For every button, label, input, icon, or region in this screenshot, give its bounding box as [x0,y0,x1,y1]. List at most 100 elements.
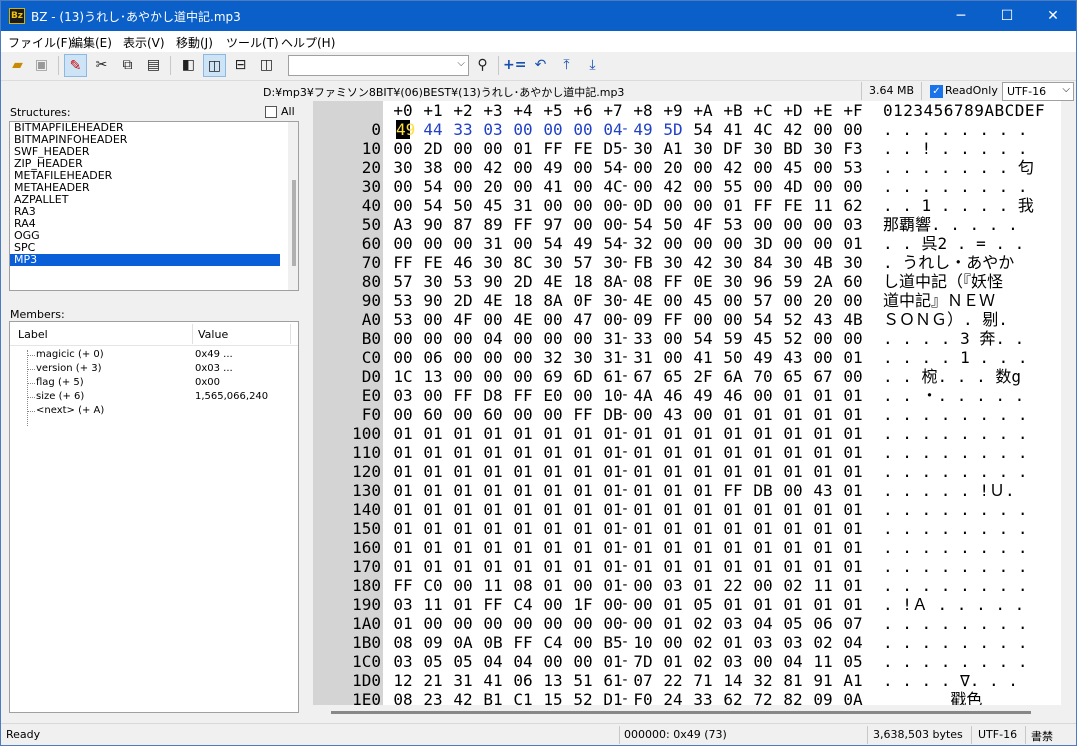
hex-byte[interactable]: 33 [448,120,478,139]
hex-byte[interactable]: 00 [388,348,418,367]
hex-byte[interactable]: 00 [838,367,868,386]
hex-text[interactable]: . . . . 3 奔. . [883,329,1053,348]
hex-byte[interactable]: 00 [538,595,568,614]
hex-byte[interactable]: 45 [478,196,508,215]
hex-byte[interactable]: 50 [448,196,478,215]
hex-byte[interactable]: 08 [508,576,538,595]
hex-byte[interactable]: 01 [748,557,778,576]
hex-text[interactable]: . . . . . . . . [883,405,1053,424]
hex-byte[interactable]: 00 [448,158,478,177]
hex-byte[interactable]: 31 [508,196,538,215]
hex-byte[interactable]: 01 [658,519,688,538]
view-split-v-icon[interactable]: ◫ [255,54,278,77]
hex-byte[interactable]: 30 [718,272,748,291]
hex-byte[interactable]: FF [658,272,688,291]
hex-byte[interactable]: 05 [688,595,718,614]
hex-byte[interactable]: 57 [568,253,598,272]
hex-byte[interactable]: 24 [658,690,688,705]
hex-text[interactable]: . . 呉2 . = . . [883,234,1053,253]
hex-text[interactable]: . . . . . . . . [883,614,1053,633]
hex-byte[interactable]: 03 [838,215,868,234]
hex-byte[interactable]: FF [388,576,418,595]
hex-byte[interactable]: 01 [838,424,868,443]
hex-text[interactable]: 那覇響. . . . . [883,215,1053,234]
hex-byte[interactable]: 38 [418,158,448,177]
hex-byte[interactable]: 01 [838,405,868,424]
hex-byte[interactable]: 01 [838,386,868,405]
readonly-checkbox[interactable]: ✓ [930,85,943,98]
hex-byte[interactable]: 01 [418,443,448,462]
hex-byte[interactable]: 1C [388,367,418,386]
hex-byte[interactable]: 01 [838,462,868,481]
hex-byte[interactable]: 00 [718,234,748,253]
hex-byte[interactable]: 00 [688,310,718,329]
hex-byte[interactable]: 02 [688,614,718,633]
hex-byte[interactable]: 01 [688,443,718,462]
hex-byte[interactable]: 13 [418,367,448,386]
hex-text[interactable]: . . ! . . . . . [883,139,1053,158]
close-button[interactable]: ✕ [1030,1,1076,31]
hex-byte[interactable]: 00 [508,367,538,386]
hex-byte[interactable]: FF [508,633,538,652]
hex-byte[interactable]: 51 [568,671,598,690]
hex-byte[interactable]: 01 [748,500,778,519]
hex-byte[interactable]: 00 [688,405,718,424]
menu-edit[interactable]: 編集(E) [71,34,112,51]
hex-byte[interactable]: 01 [628,500,658,519]
hex-byte[interactable]: 13 [538,671,568,690]
hex-byte[interactable]: 01 [718,595,748,614]
hex-byte[interactable]: 00 [538,196,568,215]
hex-byte[interactable]: 00 [748,215,778,234]
hex-byte[interactable]: BD [778,139,808,158]
hex-text[interactable]: . . ・. . . . . [883,386,1053,405]
hex-byte[interactable]: 01 [568,538,598,557]
hex-byte[interactable]: 00 [658,196,688,215]
hex-byte[interactable]: 01 [478,557,508,576]
hex-byte[interactable]: 00 [418,614,448,633]
hex-byte[interactable]: 47 [568,310,598,329]
hex-byte[interactable]: 00 [718,291,748,310]
hex-byte[interactable]: 60 [418,405,448,424]
hex-byte[interactable]: 49 [748,348,778,367]
hex-byte[interactable]: 42 [448,690,478,705]
hex-byte[interactable]: 67 [628,367,658,386]
hex-byte[interactable]: 00 [478,348,508,367]
hex-byte[interactable]: 00 [628,405,658,424]
back-icon[interactable]: ↶ [529,54,552,77]
hex-byte[interactable]: 42 [478,158,508,177]
hex-byte[interactable]: 01 [748,424,778,443]
hex-byte[interactable]: 00 [778,481,808,500]
hex-byte[interactable]: 01 [838,500,868,519]
hex-byte[interactable]: 00 [538,310,568,329]
hex-byte[interactable]: 41 [538,177,568,196]
hex-byte[interactable]: 05 [838,652,868,671]
hex-byte[interactable]: 01 [808,595,838,614]
hex-byte[interactable]: 01 [658,652,688,671]
hex-byte[interactable]: FF [448,386,478,405]
hex-byte[interactable]: 55 [718,177,748,196]
member-row[interactable]: version (+ 3) 0x03 ... [10,362,298,376]
hex-byte[interactable]: 11 [808,576,838,595]
col-label-header[interactable]: Label [18,328,48,341]
hex-byte[interactable]: 01 [748,405,778,424]
hex-byte[interactable]: 01 [748,462,778,481]
hex-byte[interactable]: 00 [418,386,448,405]
hex-byte[interactable]: 01 [568,462,598,481]
hex-byte[interactable]: 01 [628,557,658,576]
hex-byte[interactable]: 23 [418,690,448,705]
hex-byte[interactable]: 00 [568,329,598,348]
hex-byte[interactable]: 01 [508,139,538,158]
hex-byte[interactable]: FF [538,139,568,158]
hex-byte[interactable]: 87 [448,215,478,234]
hex-byte[interactable]: 01 [628,462,658,481]
hex-byte[interactable]: 00 [628,177,658,196]
hex-byte[interactable]: 42 [658,177,688,196]
hex-byte[interactable]: 00 [388,196,418,215]
hex-byte[interactable]: 01 [658,500,688,519]
hex-byte[interactable]: 01 [568,443,598,462]
hex-byte[interactable]: 53 [388,310,418,329]
hex-byte[interactable]: 01 [808,424,838,443]
hex-byte[interactable]: 00 [748,576,778,595]
hex-byte[interactable]: 00 [838,291,868,310]
hex-byte[interactable]: 00 [568,177,598,196]
